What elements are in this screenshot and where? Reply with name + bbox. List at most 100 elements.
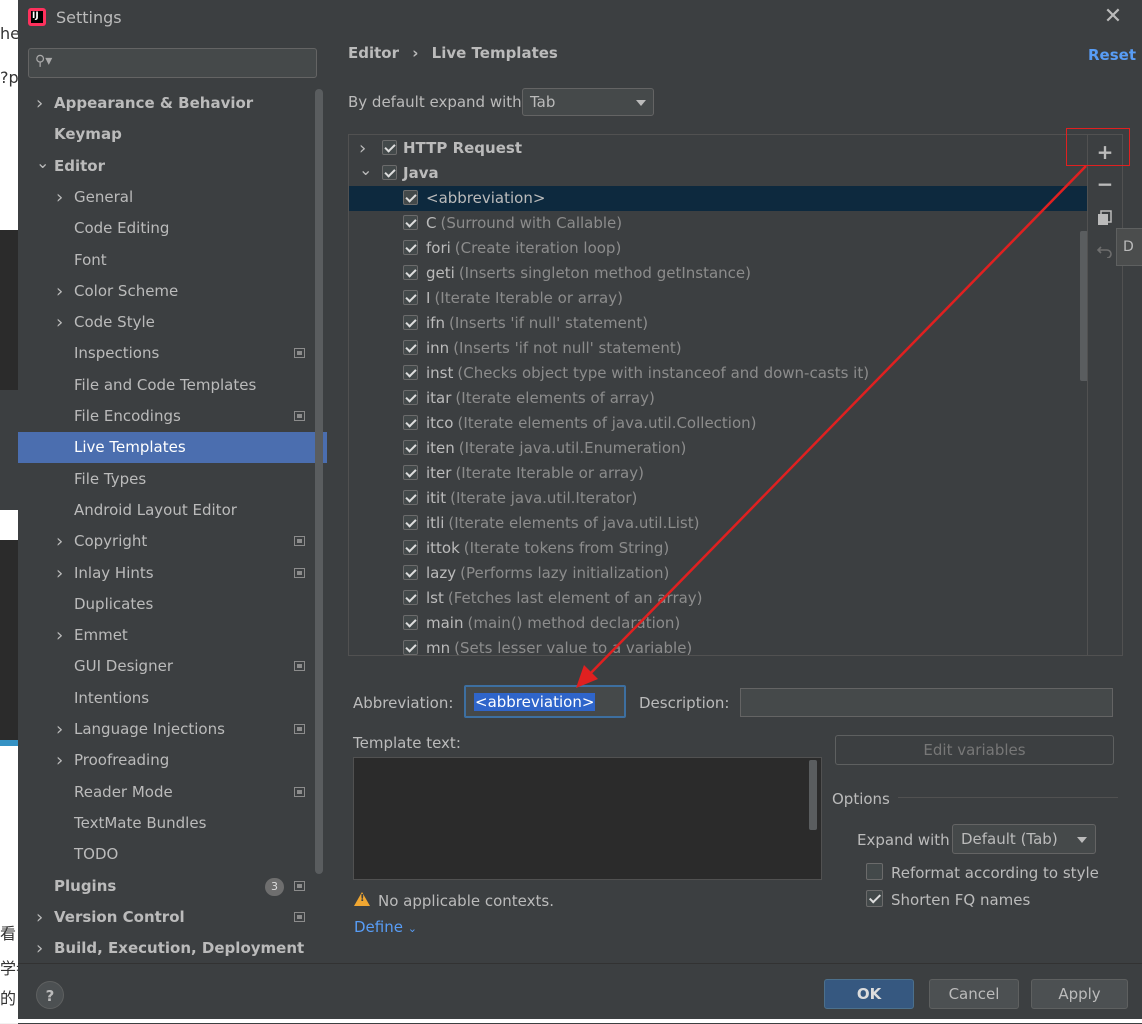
- sidebar-item-font[interactable]: Font: [18, 245, 327, 276]
- template-checkbox[interactable]: [403, 340, 418, 355]
- sidebar-item-proofreading[interactable]: › Proofreading: [18, 745, 327, 776]
- chevron-right-icon[interactable]: ›: [56, 620, 63, 651]
- copy-icon[interactable]: [1088, 201, 1122, 231]
- abbreviation-input[interactable]: <abbreviation>: [464, 685, 626, 718]
- sidebar-item-code-editing[interactable]: Code Editing: [18, 213, 327, 244]
- sidebar-item-keymap[interactable]: Keymap: [18, 119, 327, 150]
- reformat-label[interactable]: Reformat according to style: [891, 864, 1099, 882]
- chevron-right-icon[interactable]: ›: [36, 902, 43, 933]
- chevron-right-icon[interactable]: ›: [56, 276, 63, 307]
- template-checkbox[interactable]: [403, 365, 418, 380]
- sidebar-item-editor[interactable]: ⌄ Editor: [18, 151, 327, 182]
- ok-button[interactable]: OK: [824, 979, 914, 1009]
- template-row[interactable]: itco (Iterate elements of java.util.Colle…: [349, 411, 1087, 436]
- template-row[interactable]: inst (Checks object type with instanceof …: [349, 361, 1087, 386]
- template-text-editor[interactable]: [353, 757, 822, 880]
- sidebar-item-code-style[interactable]: › Code Style: [18, 307, 327, 338]
- sidebar-item-plugins[interactable]: Plugins 3: [18, 871, 327, 902]
- template-checkbox[interactable]: [403, 240, 418, 255]
- chevron-right-icon[interactable]: ›: [56, 745, 63, 776]
- template-row[interactable]: ifn (Inserts 'if null' statement): [349, 311, 1087, 336]
- remove-icon[interactable]: −: [1088, 169, 1122, 199]
- template-row[interactable]: I (Iterate Iterable or array): [349, 286, 1087, 311]
- template-checkbox[interactable]: [403, 515, 418, 530]
- sidebar-item-language-injections[interactable]: › Language Injections: [18, 714, 327, 745]
- sidebar-item-inspections[interactable]: Inspections: [18, 338, 327, 369]
- sidebar-item-build-execution-deployment[interactable]: › Build, Execution, Deployment: [18, 933, 327, 964]
- template-row[interactable]: ittok (Iterate tokens from String): [349, 536, 1087, 561]
- define-contexts-link[interactable]: Define ⌄: [354, 918, 417, 936]
- close-icon[interactable]: ✕: [1102, 6, 1124, 28]
- sidebar-item-file-encodings[interactable]: File Encodings: [18, 401, 327, 432]
- apply-button[interactable]: Apply: [1031, 979, 1128, 1009]
- template-checkbox[interactable]: [403, 465, 418, 480]
- sidebar-item-file-and-code-templates[interactable]: File and Code Templates: [18, 370, 327, 401]
- description-input[interactable]: [740, 688, 1113, 717]
- reset-link[interactable]: Reset: [1088, 46, 1136, 64]
- template-checkbox[interactable]: [403, 440, 418, 455]
- sidebar-scrollbar[interactable]: [315, 89, 323, 874]
- default-expand-select[interactable]: Tab: [522, 88, 654, 116]
- sidebar-item-appearance-behavior[interactable]: › Appearance & Behavior: [18, 88, 327, 119]
- template-checkbox[interactable]: [403, 490, 418, 505]
- sidebar-item-todo[interactable]: TODO: [18, 839, 327, 870]
- template-row[interactable]: mn (Sets lesser value to a variable): [349, 636, 1087, 655]
- sidebar-item-android-layout-editor[interactable]: Android Layout Editor: [18, 495, 327, 526]
- help-button[interactable]: ?: [36, 981, 64, 1009]
- sidebar-item-live-templates[interactable]: Live Templates: [18, 432, 327, 464]
- template-checkbox[interactable]: [403, 565, 418, 580]
- template-row[interactable]: main (main() method declaration): [349, 611, 1087, 636]
- template-row[interactable]: <abbreviation>: [349, 186, 1087, 211]
- chevron-right-icon[interactable]: ›: [56, 714, 63, 745]
- chevron-down-icon[interactable]: ⌄: [359, 157, 372, 182]
- sidebar-item-gui-designer[interactable]: GUI Designer: [18, 651, 327, 682]
- sidebar-item-color-scheme[interactable]: › Color Scheme: [18, 276, 327, 307]
- template-checkbox[interactable]: [403, 390, 418, 405]
- chevron-right-icon[interactable]: ›: [56, 526, 63, 557]
- shorten-fq-label[interactable]: Shorten FQ names: [891, 891, 1030, 909]
- sidebar-item-file-types[interactable]: File Types: [18, 464, 327, 495]
- template-row[interactable]: C (Surround with Callable): [349, 211, 1087, 236]
- sidebar-item-reader-mode[interactable]: Reader Mode: [18, 777, 327, 808]
- template-checkbox[interactable]: [403, 640, 418, 655]
- settings-search-input[interactable]: ⚲▾: [28, 48, 317, 78]
- reformat-checkbox[interactable]: [866, 863, 883, 880]
- template-checkbox[interactable]: [403, 415, 418, 430]
- template-row[interactable]: lazy (Performs lazy initialization): [349, 561, 1087, 586]
- template-row[interactable]: iten (Iterate java.util.Enumeration): [349, 436, 1087, 461]
- sidebar-item-copyright[interactable]: › Copyright: [18, 526, 327, 557]
- template-row[interactable]: itit (Iterate java.util.Iterator): [349, 486, 1087, 511]
- chevron-right-icon[interactable]: ›: [56, 307, 63, 338]
- template-group-row[interactable]: › HTTP Request: [349, 136, 1087, 161]
- group-checkbox[interactable]: [382, 140, 397, 155]
- sidebar-item-emmet[interactable]: › Emmet: [18, 620, 327, 651]
- template-row[interactable]: itar (Iterate elements of array): [349, 386, 1087, 411]
- sidebar-item-duplicates[interactable]: Duplicates: [18, 589, 327, 620]
- breadcrumb-parent[interactable]: Editor: [348, 44, 399, 62]
- cancel-button[interactable]: Cancel: [929, 979, 1019, 1009]
- template-checkbox[interactable]: [403, 190, 418, 205]
- template-row[interactable]: fori (Create iteration loop): [349, 236, 1087, 261]
- chevron-right-icon[interactable]: ›: [56, 182, 63, 213]
- template-row[interactable]: itli (Iterate elements of java.util.List): [349, 511, 1087, 536]
- template-row[interactable]: inn (Inserts 'if not null' statement): [349, 336, 1087, 361]
- chevron-right-icon[interactable]: ›: [56, 558, 63, 589]
- template-text-scrollbar[interactable]: [809, 760, 817, 830]
- sidebar-item-intentions[interactable]: Intentions: [18, 683, 327, 714]
- tree-scrollbar[interactable]: [1080, 231, 1087, 381]
- edit-variables-button[interactable]: Edit variables: [835, 735, 1114, 765]
- template-row[interactable]: lst (Fetches last element of an array): [349, 586, 1087, 611]
- template-checkbox[interactable]: [403, 540, 418, 555]
- template-checkbox[interactable]: [403, 615, 418, 630]
- template-row[interactable]: iter (Iterate Iterable or array): [349, 461, 1087, 486]
- group-checkbox[interactable]: [382, 165, 397, 180]
- shorten-fq-checkbox[interactable]: [866, 890, 883, 907]
- template-checkbox[interactable]: [403, 315, 418, 330]
- template-checkbox[interactable]: [403, 265, 418, 280]
- sidebar-item-general[interactable]: › General: [18, 182, 327, 213]
- template-checkbox[interactable]: [403, 590, 418, 605]
- expand-with-select[interactable]: Default (Tab): [952, 824, 1096, 854]
- sidebar-item-version-control[interactable]: › Version Control: [18, 902, 327, 933]
- sidebar-item-inlay-hints[interactable]: › Inlay Hints: [18, 558, 327, 589]
- template-checkbox[interactable]: [403, 215, 418, 230]
